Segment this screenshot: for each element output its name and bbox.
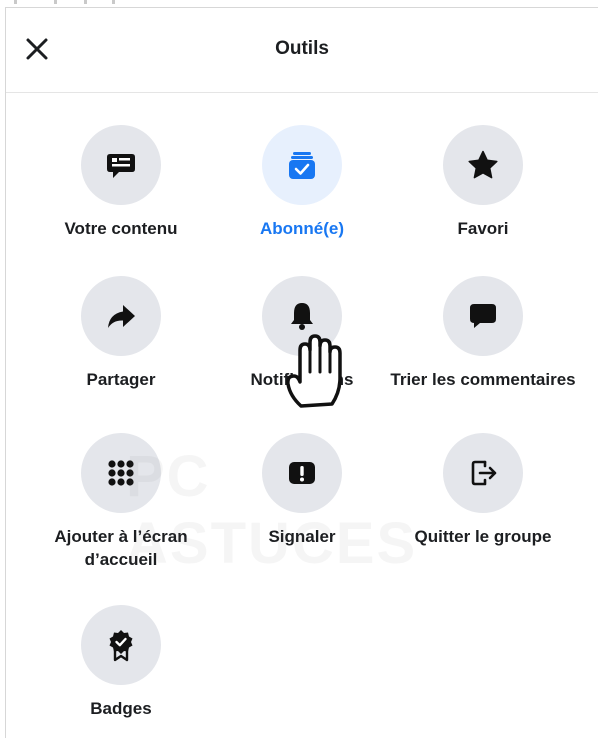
tool-label: Signaler: [268, 527, 336, 546]
tool-your-content[interactable]: Votre contenu: [26, 125, 216, 240]
subscribed-icon: [289, 152, 315, 179]
tool-leave-group[interactable]: Quitter le groupe: [388, 433, 578, 548]
badge-icon: [109, 630, 133, 662]
tool-icon-circle: [81, 125, 161, 205]
tool-share[interactable]: Partager: [26, 276, 216, 391]
strip-tick: [14, 0, 17, 4]
grid-dots-icon: [108, 460, 134, 486]
tool-label: Partager: [86, 370, 156, 389]
tool-label: Votre contenu: [64, 219, 178, 238]
tool-label: Trier les commentaires: [390, 370, 576, 389]
tool-icon-circle: [262, 276, 342, 356]
tool-label: Quitter le groupe: [414, 527, 552, 546]
tool-report[interactable]: Signaler: [207, 433, 397, 548]
tool-label: Favori: [457, 219, 509, 238]
tool-label: Badges: [90, 699, 152, 718]
tool-icon-circle: [262, 433, 342, 513]
page-title: Outils: [275, 38, 329, 59]
leave-icon: [471, 460, 497, 486]
strip-tick: [84, 0, 87, 4]
tool-label: Notifications: [250, 370, 354, 389]
report-icon: [289, 462, 315, 484]
tool-add-home-screen[interactable]: Ajouter à l’écran d’accueil: [26, 433, 216, 572]
tool-icon-circle: [443, 276, 523, 356]
tool-notifications[interactable]: Notifications: [207, 276, 397, 391]
tool-icon-circle: [81, 605, 161, 685]
strip-tick: [112, 0, 115, 4]
tools-header: Outils: [6, 8, 598, 93]
content-icon: [107, 154, 135, 178]
strip-tick: [54, 0, 57, 4]
tool-favorite[interactable]: Favori: [388, 125, 578, 240]
tool-icon-circle: [262, 125, 342, 205]
share-icon: [108, 305, 135, 328]
star-icon: [468, 150, 498, 179]
tools-grid: Votre contenu Abonné(e) Favori Partager …: [6, 93, 598, 738]
tool-icon-circle: [443, 433, 523, 513]
tool-badges[interactable]: Badges: [26, 605, 216, 720]
bell-icon: [291, 303, 313, 330]
tool-sort-comments[interactable]: Trier les commentaires: [388, 276, 578, 391]
tool-subscribed[interactable]: Abonné(e): [207, 125, 397, 240]
comment-icon: [470, 304, 496, 328]
tool-icon-circle: [81, 433, 161, 513]
tool-label: Ajouter à l’écran d’accueil: [54, 527, 188, 570]
tool-icon-circle: [81, 276, 161, 356]
tool-label: Abonné(e): [259, 219, 345, 238]
tool-icon-circle: [443, 125, 523, 205]
